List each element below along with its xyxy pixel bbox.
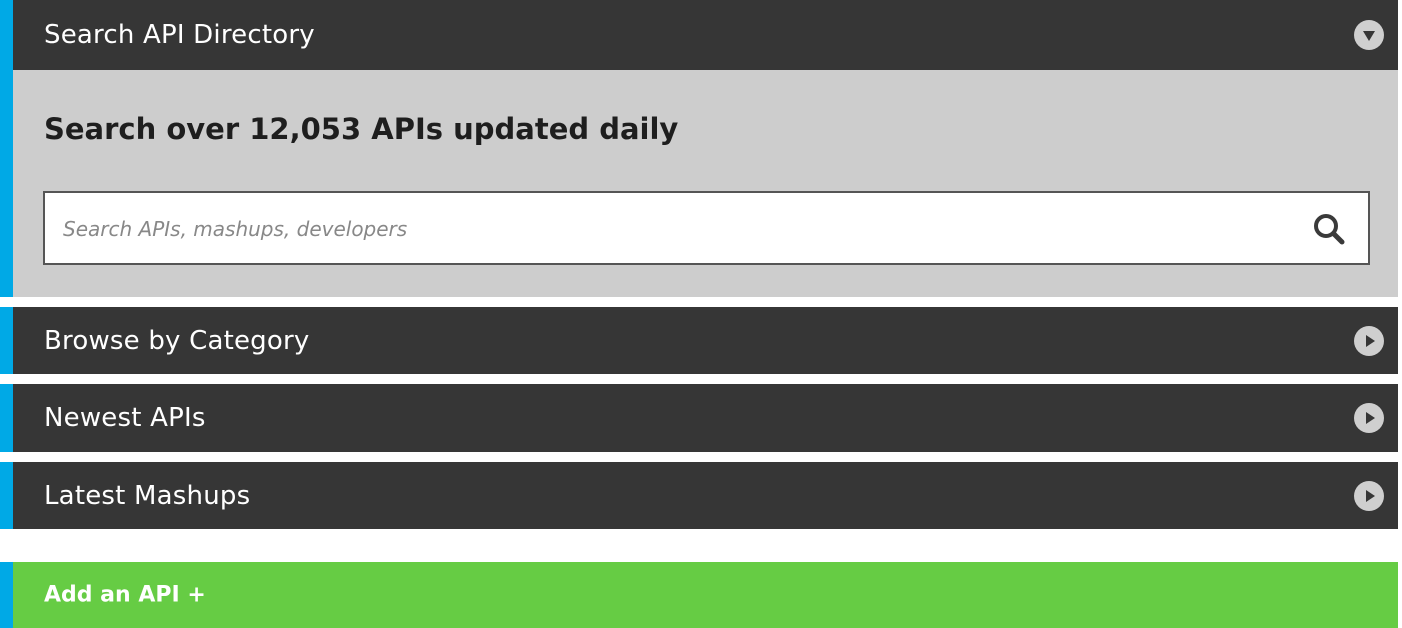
add-api-button[interactable]: Add an API + — [0, 562, 1398, 628]
search-heading: Search over 12,053 APIs updated daily — [44, 112, 679, 146]
chevron-right-circle-icon[interactable] — [1354, 480, 1384, 511]
panel-header-search-api-directory[interactable]: Search API Directory — [0, 0, 1398, 70]
search-input[interactable] — [61, 193, 1285, 265]
add-api-label: Add an API + — [44, 582, 206, 608]
search-panel-body: Search over 12,053 APIs updated daily — [0, 70, 1398, 297]
panel-header-browse-by-category[interactable]: Browse by Category — [0, 307, 1398, 374]
panel-title-newest-apis: Newest APIs — [44, 403, 206, 433]
panel-title-search-api-directory: Search API Directory — [44, 20, 315, 50]
panel-header-newest-apis[interactable]: Newest APIs — [0, 384, 1398, 452]
magnifier-icon[interactable] — [1312, 212, 1346, 246]
panel-title-latest-mashups: Latest Mashups — [44, 480, 251, 511]
chevron-right-circle-icon[interactable] — [1354, 325, 1384, 356]
panel-title-browse-by-category: Browse by Category — [44, 325, 310, 356]
chevron-down-circle-icon[interactable] — [1354, 20, 1384, 50]
panel-header-latest-mashups[interactable]: Latest Mashups — [0, 462, 1398, 529]
api-directory-widget: Search API Directory Search over 12,053 … — [0, 0, 1402, 628]
chevron-right-circle-icon[interactable] — [1354, 403, 1384, 433]
search-box — [43, 191, 1370, 265]
